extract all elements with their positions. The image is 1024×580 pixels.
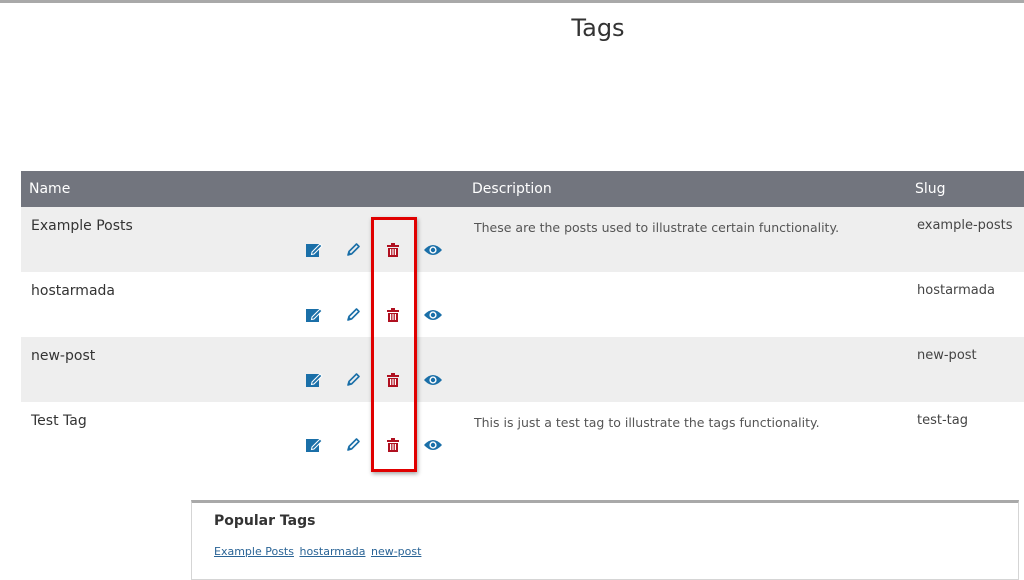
pencil-icon[interactable] xyxy=(343,435,363,455)
tag-slug: test-tag xyxy=(917,413,968,428)
tag-description: This is just a test tag to illustrate th… xyxy=(474,415,820,430)
eye-icon[interactable] xyxy=(423,435,443,455)
popular-tags-title: Popular Tags xyxy=(214,513,316,529)
pencil-icon[interactable] xyxy=(343,305,363,325)
trash-icon[interactable] xyxy=(383,305,403,325)
eye-icon[interactable] xyxy=(423,240,443,260)
popular-tag-link[interactable]: hostarmada xyxy=(299,545,365,558)
tag-slug: new-post xyxy=(917,348,977,363)
table-header: Name Description Slug xyxy=(21,171,1024,207)
edit-icon[interactable] xyxy=(304,305,324,325)
edit-icon[interactable] xyxy=(304,435,324,455)
top-rule xyxy=(0,0,1024,3)
table-row: Example Posts These are the posts used t… xyxy=(21,207,1024,272)
table-row: hostarmada hostarmada xyxy=(21,272,1024,337)
table-row: new-post new-post xyxy=(21,337,1024,402)
tag-slug: example-posts xyxy=(917,218,1013,233)
page-title: Tags xyxy=(571,14,625,42)
column-header-description[interactable]: Description xyxy=(472,181,552,197)
edit-icon[interactable] xyxy=(304,240,324,260)
eye-icon[interactable] xyxy=(423,370,443,390)
trash-icon[interactable] xyxy=(383,370,403,390)
tag-name[interactable]: hostarmada xyxy=(31,283,115,299)
tag-slug: hostarmada xyxy=(917,283,995,298)
pencil-icon[interactable] xyxy=(343,240,363,260)
table-row: Test Tag This is just a test tag to illu… xyxy=(21,402,1024,467)
trash-icon[interactable] xyxy=(383,240,403,260)
tag-description: These are the posts used to illustrate c… xyxy=(474,220,840,235)
edit-icon[interactable] xyxy=(304,370,324,390)
tag-name[interactable]: Test Tag xyxy=(31,413,87,429)
pencil-icon[interactable] xyxy=(343,370,363,390)
tags-table: Name Description Slug Example Posts Thes… xyxy=(21,171,1024,467)
column-header-slug[interactable]: Slug xyxy=(915,181,946,197)
popular-tags-panel: Popular Tags Example Posts hostarmada ne… xyxy=(191,500,1019,580)
popular-tag-link[interactable]: new-post xyxy=(371,545,421,558)
trash-icon[interactable] xyxy=(383,435,403,455)
eye-icon[interactable] xyxy=(423,305,443,325)
popular-tag-link[interactable]: Example Posts xyxy=(214,545,294,558)
column-header-name[interactable]: Name xyxy=(29,181,70,197)
tag-name[interactable]: new-post xyxy=(31,348,95,364)
popular-tags-links: Example Posts hostarmada new-post xyxy=(214,545,423,558)
tag-name[interactable]: Example Posts xyxy=(31,218,133,234)
